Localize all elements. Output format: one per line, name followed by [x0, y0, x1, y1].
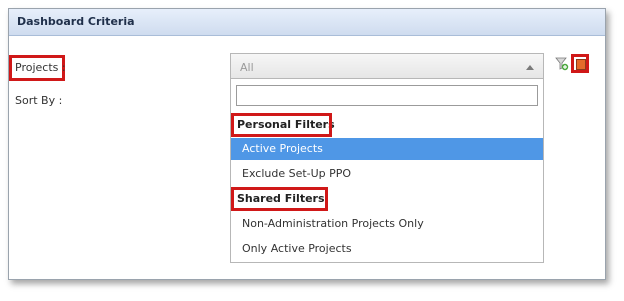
sort-by-label: Sort By : [15, 94, 63, 107]
edit-filter-icon [576, 59, 586, 70]
combobox-selected-value: All [240, 61, 254, 74]
edit-filter-button[interactable] [571, 54, 589, 73]
list-item-exclude-setup-ppo[interactable]: Exclude Set-Up PPO [231, 163, 543, 185]
chevron-up-icon[interactable] [526, 65, 534, 70]
list-item-only-active-projects[interactable]: Only Active Projects [231, 238, 543, 260]
personal-filters-highlight [231, 113, 332, 137]
add-filter-icon[interactable] [555, 57, 569, 71]
shared-filters-highlight [231, 187, 328, 211]
panel-header: Dashboard Criteria [9, 9, 605, 36]
projects-label: Projects : [15, 61, 66, 74]
panel-title: Dashboard Criteria [17, 15, 135, 28]
dropdown-search-input[interactable] [236, 85, 538, 106]
list-item-active-projects[interactable]: Active Projects [231, 138, 543, 160]
list-item-non-administration-projects-only[interactable]: Non-Administration Projects Only [231, 213, 543, 235]
projects-combobox[interactable]: All [230, 53, 544, 79]
projects-dropdown-list: Personal Filters Active Projects Exclude… [230, 79, 544, 263]
